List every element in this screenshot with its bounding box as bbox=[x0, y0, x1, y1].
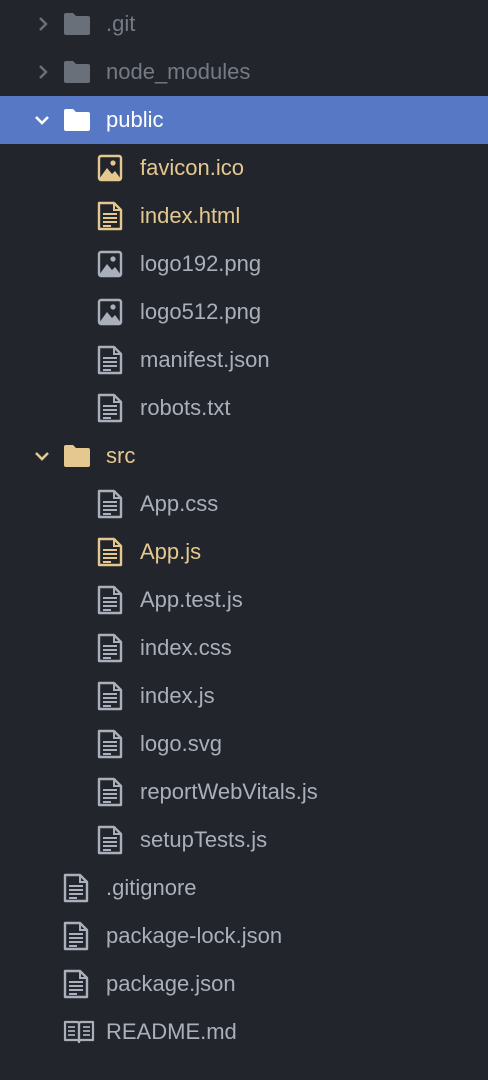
tree-file-index-css[interactable]: index.css bbox=[0, 624, 488, 672]
tree-item-label: robots.txt bbox=[140, 395, 231, 420]
text-file-icon bbox=[97, 576, 123, 624]
tree-folder-src[interactable]: src bbox=[0, 432, 488, 480]
tree-file-gitignore[interactable]: .gitignore bbox=[0, 864, 488, 912]
tree-item-label: setupTests.js bbox=[140, 827, 268, 852]
tree-item-label: App.css bbox=[140, 491, 219, 516]
text-file-icon bbox=[63, 960, 89, 1008]
tree-file-app-js[interactable]: App.js bbox=[0, 528, 488, 576]
text-file-icon bbox=[97, 768, 123, 816]
tree-item-label: package-lock.json bbox=[106, 923, 283, 948]
tree-folder-public[interactable]: public bbox=[0, 96, 488, 144]
text-file-icon bbox=[97, 528, 123, 576]
text-file-icon bbox=[97, 336, 123, 384]
chevron-right-icon[interactable] bbox=[33, 48, 53, 96]
text-file-icon bbox=[63, 912, 89, 960]
tree-item-label: index.css bbox=[140, 635, 232, 660]
tree-item-label: README.md bbox=[106, 1019, 237, 1044]
chevron-right-icon[interactable] bbox=[33, 0, 53, 48]
tree-file-logo-svg[interactable]: logo.svg bbox=[0, 720, 488, 768]
tree-item-label: index.js bbox=[140, 683, 215, 708]
tree-item-label: src bbox=[106, 443, 136, 468]
folder-icon bbox=[63, 48, 91, 96]
text-file-icon bbox=[97, 672, 123, 720]
chevron-down-icon[interactable] bbox=[32, 96, 52, 144]
book-icon bbox=[63, 1008, 95, 1056]
tree-file-index-js[interactable]: index.js bbox=[0, 672, 488, 720]
folder-icon bbox=[63, 96, 91, 144]
text-file-icon bbox=[63, 864, 89, 912]
tree-item-label: public bbox=[106, 107, 164, 132]
text-file-icon bbox=[97, 816, 123, 864]
tree-file-setup-tests[interactable]: setupTests.js bbox=[0, 816, 488, 864]
tree-file-favicon[interactable]: favicon.ico bbox=[0, 144, 488, 192]
tree-item-label: App.js bbox=[140, 539, 202, 564]
tree-item-label: manifest.json bbox=[140, 347, 270, 372]
tree-file-logo192[interactable]: logo192.png bbox=[0, 240, 488, 288]
chevron-down-icon[interactable] bbox=[32, 432, 52, 480]
image-file-icon bbox=[97, 240, 123, 288]
tree-item-label: logo.svg bbox=[140, 731, 222, 756]
file-tree: .git node_modules public favicon.ico ind… bbox=[0, 0, 488, 1080]
image-file-icon bbox=[97, 288, 123, 336]
tree-item-label: .git bbox=[106, 11, 136, 36]
tree-item-label: package.json bbox=[106, 971, 236, 996]
tree-file-app-test-js[interactable]: App.test.js bbox=[0, 576, 488, 624]
text-file-icon bbox=[97, 480, 123, 528]
tree-item-label: .gitignore bbox=[106, 875, 197, 900]
text-file-icon bbox=[97, 624, 123, 672]
text-file-icon bbox=[97, 720, 123, 768]
tree-file-index-html[interactable]: index.html bbox=[0, 192, 488, 240]
tree-file-report-web-vitals[interactable]: reportWebVitals.js bbox=[0, 768, 488, 816]
tree-item-label: index.html bbox=[140, 203, 241, 228]
tree-file-logo512[interactable]: logo512.png bbox=[0, 288, 488, 336]
image-file-icon bbox=[97, 144, 123, 192]
tree-file-package-lock[interactable]: package-lock.json bbox=[0, 912, 488, 960]
tree-folder-node-modules[interactable]: node_modules bbox=[0, 48, 488, 96]
text-file-icon bbox=[97, 192, 123, 240]
tree-item-label: node_modules bbox=[106, 59, 251, 84]
tree-file-manifest[interactable]: manifest.json bbox=[0, 336, 488, 384]
tree-item-label: reportWebVitals.js bbox=[140, 779, 318, 804]
folder-icon bbox=[63, 0, 91, 48]
tree-item-label: logo192.png bbox=[140, 251, 262, 276]
folder-icon bbox=[63, 432, 91, 480]
text-file-icon bbox=[97, 384, 123, 432]
tree-file-app-css[interactable]: App.css bbox=[0, 480, 488, 528]
tree-folder-git[interactable]: .git bbox=[0, 0, 488, 48]
tree-item-label: logo512.png bbox=[140, 299, 262, 324]
tree-item-label: App.test.js bbox=[140, 587, 243, 612]
tree-file-readme[interactable]: README.md bbox=[0, 1008, 488, 1056]
tree-file-robots[interactable]: robots.txt bbox=[0, 384, 488, 432]
tree-item-label: favicon.ico bbox=[140, 155, 244, 180]
tree-file-package-json[interactable]: package.json bbox=[0, 960, 488, 1008]
